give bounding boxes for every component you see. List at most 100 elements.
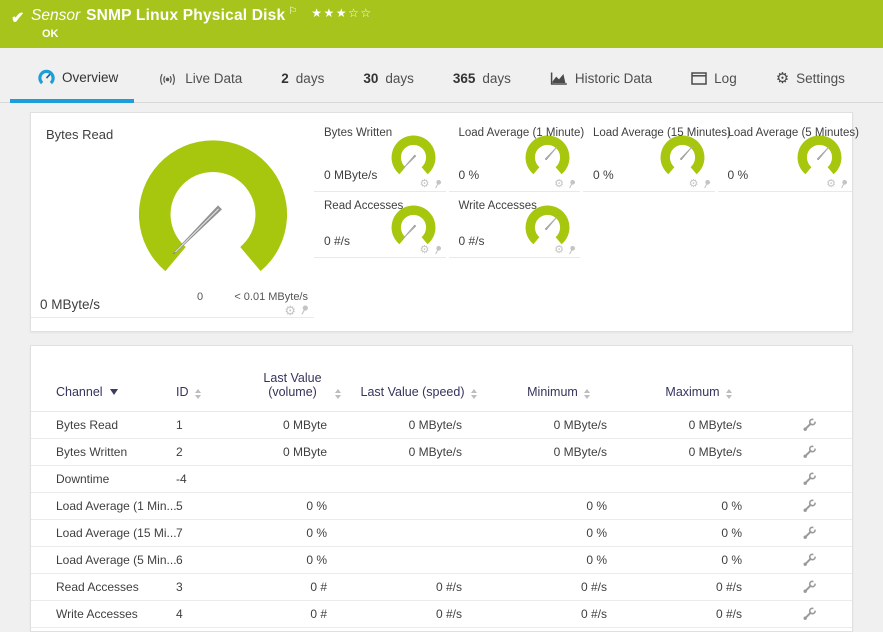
gauge-value: 0 #/s xyxy=(458,234,485,248)
wrench-icon[interactable] xyxy=(802,444,817,460)
table-row: Load Average (15 Mi... 7 0 % 0 % 0 % xyxy=(31,519,852,547)
channel-id: 3 xyxy=(176,573,246,601)
last-value-speed: 0 #/s xyxy=(351,600,486,628)
sort-desc-icon xyxy=(109,389,118,395)
pin-icon[interactable] xyxy=(839,179,848,190)
channel-name: Load Average (15 Mi... xyxy=(31,519,176,547)
last-value-volume: 0 MByte xyxy=(246,411,351,439)
last-value-speed xyxy=(351,465,486,493)
channel-id: 2 xyxy=(176,438,246,466)
minimum-value: 0 % xyxy=(486,546,631,574)
channel-id: 4 xyxy=(176,600,246,628)
sort-icon xyxy=(583,389,590,399)
column-header-tools xyxy=(766,346,852,412)
channel-name: Write Accesses xyxy=(31,600,176,628)
maximum-value: 0 % xyxy=(631,519,766,547)
gauge-tile-load-average-15-minutes: Load Average (15 Minutes) 0 % ⚙ xyxy=(583,119,731,192)
gauge-title: Load Average (15 Minutes) xyxy=(593,127,731,139)
maximum-value: 0 % xyxy=(631,492,766,520)
channels-panel: Channel ID Last Value (volume) Last Valu… xyxy=(30,345,853,632)
sort-icon xyxy=(334,389,341,399)
tab-label: days xyxy=(295,71,325,86)
channel-name: Load Average (1 Min... xyxy=(31,492,176,520)
column-header-minimum[interactable]: Minimum xyxy=(486,346,631,412)
gear-icon[interactable]: ⚙ xyxy=(420,245,430,256)
gauge-tile-bytes-written: Bytes Written 0 MByte/s ⚙ xyxy=(314,119,446,192)
gear-icon[interactable]: ⚙ xyxy=(554,245,564,256)
gauge-value: 0 MByte/s xyxy=(324,168,378,182)
last-value-volume: 0 % xyxy=(246,492,351,520)
gauge-value: 0 #/s xyxy=(324,234,351,248)
column-header-last-value-volume[interactable]: Last Value (volume) xyxy=(246,346,351,412)
minimum-value: 0 MByte/s xyxy=(486,438,631,466)
gauge-title: Bytes Written xyxy=(324,127,393,139)
maximum-value: 0 % xyxy=(631,546,766,574)
gauge-value: 0 % xyxy=(727,168,749,182)
tab-label: Overview xyxy=(62,70,119,85)
stars-empty[interactable]: ☆☆ xyxy=(348,6,373,20)
pin-icon[interactable] xyxy=(433,179,442,190)
gear-icon[interactable]: ⚙ xyxy=(689,179,699,190)
wrench-icon[interactable] xyxy=(802,471,817,487)
table-row: Load Average (5 Min... 6 0 % 0 % 0 % xyxy=(31,546,852,574)
wrench-icon[interactable] xyxy=(802,579,817,595)
priority-stars[interactable]: ★★★☆☆ xyxy=(311,6,372,20)
sort-icon xyxy=(470,389,477,399)
pin-icon[interactable] xyxy=(702,179,711,190)
gauge-title: Read Accesses xyxy=(324,200,404,212)
gauge-dial xyxy=(391,135,435,175)
pin-icon[interactable] xyxy=(567,245,576,256)
wrench-icon[interactable] xyxy=(802,552,817,568)
last-value-speed: 0 MByte/s xyxy=(351,438,486,466)
maximum-value: 0 MByte/s xyxy=(631,411,766,439)
tab-day-count: 30 xyxy=(363,71,379,86)
gear-icon[interactable]: ⚙ xyxy=(284,304,296,317)
tab-30-days[interactable]: 30 days xyxy=(351,71,426,102)
tab-overview[interactable]: Overview xyxy=(9,69,135,103)
tab-historic-data[interactable]: Historic Data xyxy=(538,71,664,102)
gauge-title: Load Average (5 Minutes) xyxy=(727,127,859,139)
channels-table: Channel ID Last Value (volume) Last Valu… xyxy=(31,346,852,628)
gear-icon[interactable]: ⚙ xyxy=(554,179,564,190)
column-header-channel[interactable]: Channel xyxy=(31,346,176,412)
sensor-header: ✔ Sensor SNMP Linux Physical Disk ⚐ ★★★☆☆ O… xyxy=(0,0,883,48)
tab-log[interactable]: Log xyxy=(679,71,749,102)
stars-filled[interactable]: ★★★ xyxy=(311,6,348,20)
last-value-volume: 0 # xyxy=(246,573,351,601)
channel-id: -4 xyxy=(176,465,246,493)
gear-icon[interactable]: ⚙ xyxy=(826,179,836,190)
tab-bar: Overview Live Data 2 days 30 days 365 da… xyxy=(0,48,883,103)
pin-icon[interactable] xyxy=(433,245,442,256)
pin-icon[interactable] xyxy=(299,304,309,317)
tab-day-count: 365 xyxy=(452,71,476,86)
gauge-scale-min: 0 xyxy=(197,291,204,303)
tab-settings[interactable]: ⚙ Settings xyxy=(764,71,857,102)
broadcast-icon xyxy=(160,73,176,85)
column-header-last-value-speed[interactable]: Last Value (speed) xyxy=(351,346,486,412)
wrench-icon[interactable] xyxy=(802,525,817,541)
wrench-icon[interactable] xyxy=(802,417,817,433)
gauge-dial xyxy=(660,135,704,175)
tab-day-count: 2 xyxy=(281,71,289,86)
pin-icon[interactable] xyxy=(567,179,576,190)
wrench-icon[interactable] xyxy=(802,498,817,514)
gauge-value: 0 MByte/s xyxy=(40,297,101,312)
channel-id: 7 xyxy=(176,519,246,547)
column-header-id[interactable]: ID xyxy=(176,346,246,412)
tab-365-days[interactable]: 365 days xyxy=(441,71,523,102)
channel-name: Bytes Written xyxy=(31,438,176,466)
wrench-icon[interactable] xyxy=(802,606,817,622)
tab-label: Log xyxy=(714,71,737,86)
tab-live-data[interactable]: Live Data xyxy=(145,71,254,102)
bytes-read-gauge-dial xyxy=(138,140,288,272)
table-row: Downtime -4 xyxy=(31,465,852,493)
page-title: SNMP Linux Physical Disk xyxy=(86,7,286,25)
tab-2-days[interactable]: 2 days xyxy=(269,71,336,102)
tab-label: Historic Data xyxy=(574,71,653,86)
gear-icon[interactable]: ⚙ xyxy=(420,179,430,190)
column-header-maximum[interactable]: Maximum xyxy=(631,346,766,412)
gauge-tile-load-average-5-minutes: Load Average (5 Minutes) 0 % ⚙ xyxy=(717,119,859,192)
flag-icon[interactable]: ⚐ xyxy=(288,6,297,17)
gauges-panel: Bytes Read 0 < 0.01 MByte/s 0 MByte/s ⚙ … xyxy=(30,112,859,332)
gauge-tile-read-accesses: Read Accesses 0 #/s ⚙ xyxy=(314,192,446,258)
